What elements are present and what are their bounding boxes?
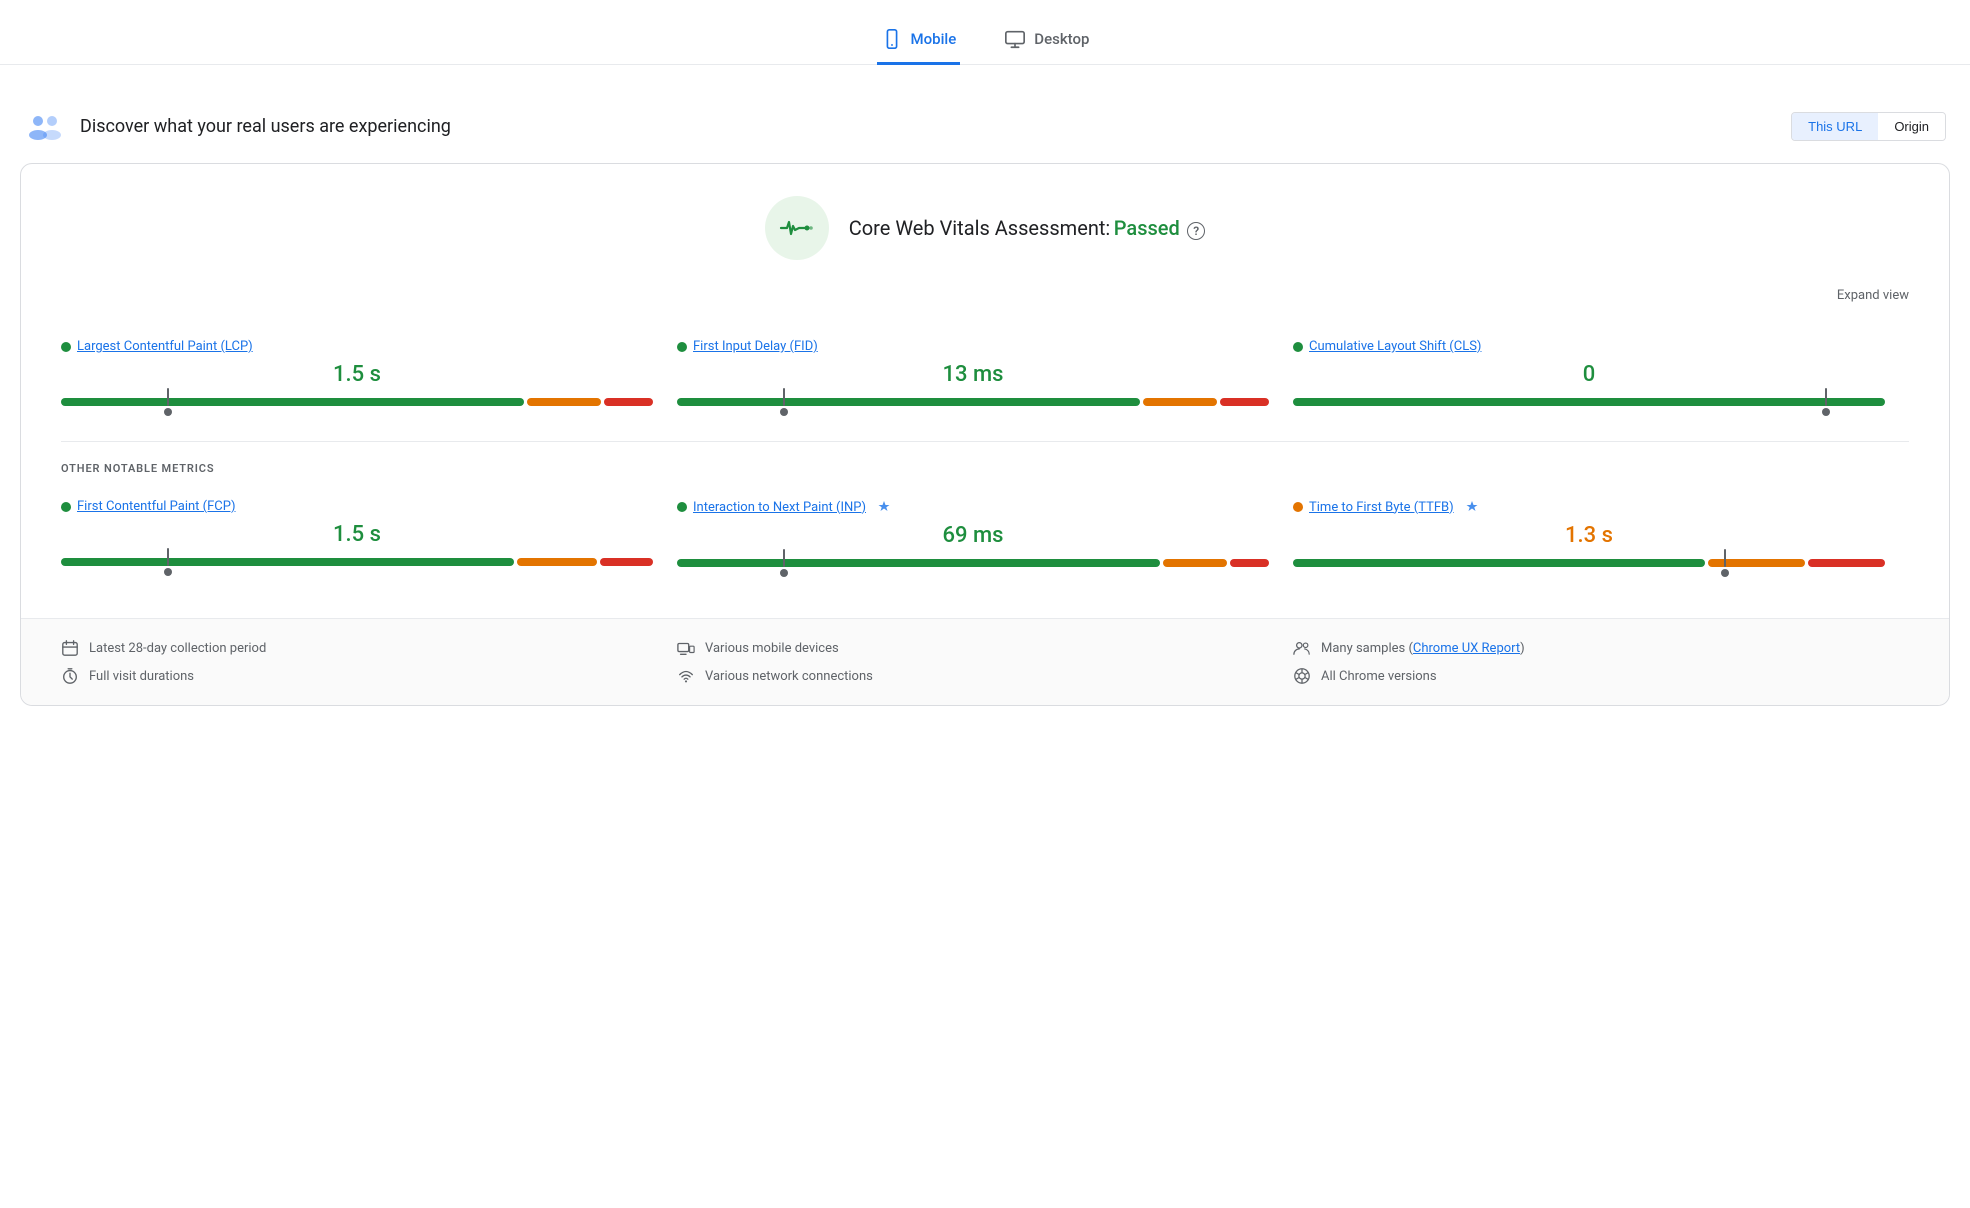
metric-dot-lcp [61, 342, 71, 352]
metric-cell-ttfb: Time to First Byte (TTFB) 1.3 s [1293, 479, 1909, 594]
users-group-icon [24, 105, 66, 147]
footer-item-devices: Various mobile devices [677, 639, 1293, 657]
people-icon [1293, 639, 1311, 657]
metric-label-lcp[interactable]: Largest Contentful Paint (LCP) [77, 339, 253, 354]
section-divider [61, 441, 1909, 442]
section-title: Discover what your real users are experi… [80, 116, 451, 137]
calendar-icon [61, 639, 79, 657]
metric-dot-fid [677, 342, 687, 352]
metric-label-ttfb[interactable]: Time to First Byte (TTFB) [1309, 500, 1454, 515]
chrome-icon [1293, 667, 1311, 685]
footer-devices-text: Various mobile devices [705, 641, 839, 656]
footer-item-duration: Full visit durations [61, 667, 677, 685]
cwv-assessment-text: Core Web Vitals Assessment: Passed ? [849, 216, 1206, 240]
footer-item-period: Latest 28-day collection period [61, 639, 677, 657]
metric-cell-lcp: Largest Contentful Paint (LCP) 1.5 s [61, 319, 677, 433]
footer-duration-text: Full visit durations [89, 669, 194, 684]
devices-icon [677, 639, 695, 657]
footer-item-samples: Many samples (Chrome UX Report) [1293, 639, 1909, 657]
section-header-left: Discover what your real users are experi… [24, 105, 451, 147]
metric-value-lcp: 1.5 s [61, 362, 653, 387]
this-url-button[interactable]: This URL [1792, 113, 1878, 140]
tab-mobile-label: Mobile [911, 30, 957, 48]
metric-cell-cls: Cumulative Layout Shift (CLS) 0 [1293, 319, 1909, 433]
main-card: Core Web Vitals Assessment: Passed ? Exp… [20, 163, 1950, 706]
main-metrics-grid: Largest Contentful Paint (LCP) 1.5 s First… [61, 319, 1909, 433]
footer-item-network: Various network connections [677, 667, 1293, 685]
metric-value-fid: 13 ms [677, 362, 1269, 387]
beta-icon [1464, 499, 1480, 515]
footer-col-1: Latest 28-day collection period Full vis… [61, 639, 677, 685]
metric-label-inp[interactable]: Interaction to Next Paint (INP) [693, 500, 866, 515]
desktop-icon [1004, 28, 1026, 50]
footer-col-2: Various mobile devices Various network c… [677, 639, 1293, 685]
tab-bar: Mobile Desktop [0, 0, 1970, 65]
section-header: Discover what your real users are experi… [0, 89, 1970, 163]
cwv-help-icon[interactable]: ? [1187, 222, 1205, 240]
footer-col-3: Many samples (Chrome UX Report) All Chro… [1293, 639, 1909, 685]
footer-samples-text: Many samples (Chrome UX Report) [1321, 641, 1525, 656]
tab-desktop-label: Desktop [1034, 30, 1089, 48]
footer-network-text: Various network connections [705, 669, 873, 684]
metric-value-inp: 69 ms [677, 523, 1269, 548]
url-origin-toggle: This URL Origin [1791, 112, 1946, 141]
chrome-ux-link[interactable]: Chrome UX Report [1413, 641, 1520, 656]
metric-label-cls[interactable]: Cumulative Layout Shift (CLS) [1309, 339, 1481, 354]
cwv-icon-circle [765, 196, 829, 260]
wifi-icon [677, 667, 695, 685]
metric-value-ttfb: 1.3 s [1293, 523, 1885, 548]
tab-mobile[interactable]: Mobile [877, 16, 961, 65]
footer-item-chrome: All Chrome versions [1293, 667, 1909, 685]
card-footer: Latest 28-day collection period Full vis… [21, 618, 1949, 705]
footer-chrome-text: All Chrome versions [1321, 669, 1437, 684]
metric-label-fid[interactable]: First Input Delay (FID) [693, 339, 818, 354]
origin-button[interactable]: Origin [1878, 113, 1945, 140]
metric-cell-inp: Interaction to Next Paint (INP) 69 ms [677, 479, 1293, 594]
footer-period-text: Latest 28-day collection period [89, 641, 266, 656]
metric-dot-cls [1293, 342, 1303, 352]
metric-dot-inp [677, 502, 687, 512]
metric-dot-ttfb [1293, 502, 1303, 512]
beta-icon [876, 499, 892, 515]
metric-cell-fcp: First Contentful Paint (FCP) 1.5 s [61, 479, 677, 594]
cwv-waveform-icon [779, 214, 815, 242]
timer-icon [61, 667, 79, 685]
expand-view[interactable]: Expand view [61, 288, 1909, 303]
other-metrics-label: OTHER NOTABLE METRICS [61, 462, 1909, 475]
cwv-header: Core Web Vitals Assessment: Passed ? [61, 196, 1909, 260]
other-metrics-grid: First Contentful Paint (FCP) 1.5 s Interac… [61, 479, 1909, 594]
tab-desktop[interactable]: Desktop [1000, 16, 1093, 65]
mobile-icon [881, 28, 903, 50]
metric-value-fcp: 1.5 s [61, 522, 653, 547]
metric-dot-fcp [61, 502, 71, 512]
metric-value-cls: 0 [1293, 362, 1885, 387]
metric-label-fcp[interactable]: First Contentful Paint (FCP) [77, 499, 236, 514]
cwv-status: Passed [1114, 216, 1180, 240]
metric-cell-fid: First Input Delay (FID) 13 ms [677, 319, 1293, 433]
